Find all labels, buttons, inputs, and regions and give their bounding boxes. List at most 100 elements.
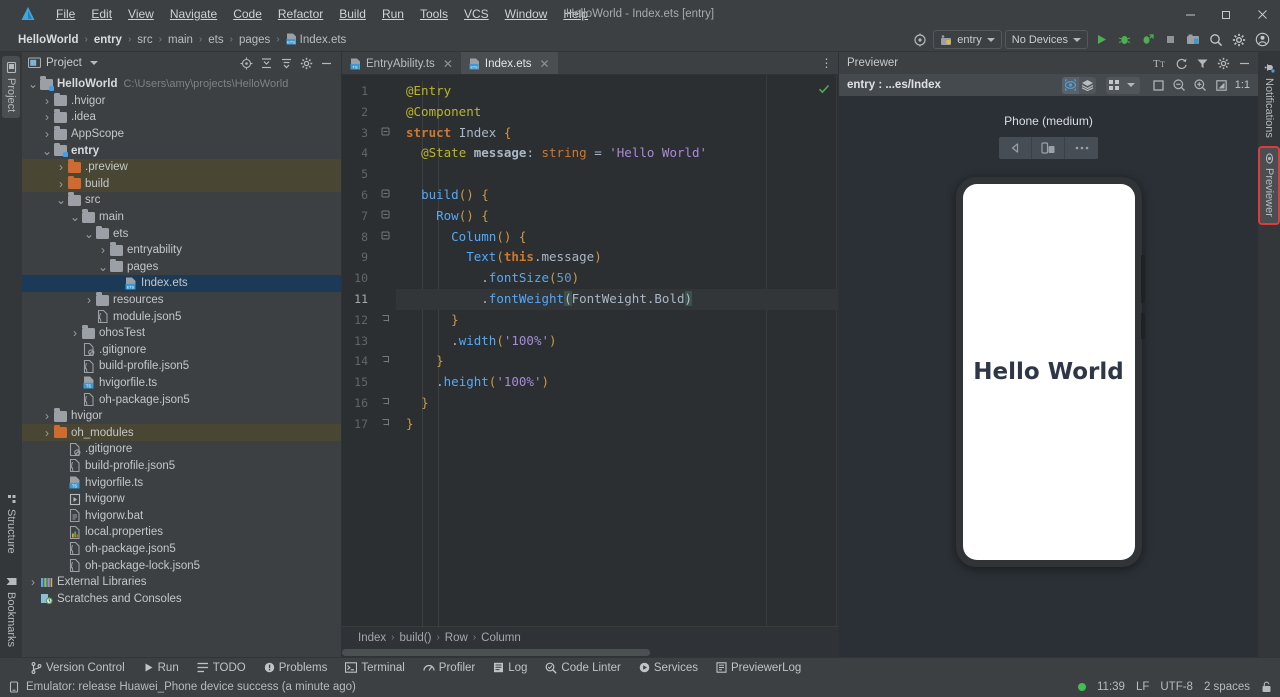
editor-tab-index[interactable]: ETS Index.ets ✕ bbox=[460, 52, 558, 74]
tree-item-hvigorw-bat[interactable]: hvigorw.bat bbox=[22, 507, 341, 524]
tree-item-hvigorfile-ts[interactable]: TS hvigorfile.ts bbox=[22, 474, 341, 491]
project-tree[interactable]: ⌄ HelloWorld C:\Users\amy\projects\HelloWo… bbox=[22, 74, 341, 657]
chevron-down-icon[interactable]: ⌄ bbox=[41, 145, 53, 157]
menu-item-vcs[interactable]: VCS bbox=[456, 3, 497, 25]
editor-breadcrumb-index[interactable]: Index bbox=[358, 632, 386, 644]
multi-device-icon[interactable] bbox=[1032, 137, 1065, 159]
tool-window-version-control[interactable]: Version Control bbox=[22, 660, 134, 676]
chevron-right-icon[interactable]: › bbox=[41, 94, 53, 108]
breadcrumb-item-pages[interactable]: pages bbox=[235, 33, 274, 47]
tree-item-local-properties[interactable]: local.properties bbox=[22, 524, 341, 541]
fold-marker-close-14[interactable] bbox=[374, 351, 396, 372]
chevron-down-icon[interactable] bbox=[1123, 77, 1140, 94]
tree-item-hvigor[interactable]: › .hvigor bbox=[22, 92, 341, 110]
code-editor[interactable]: 1 2 3 4 5 6 7 8 9 10 11 12 13 14 15 16 17 @Entry @Compon… bbox=[342, 75, 838, 626]
breadcrumb[interactable]: HelloWorld › entry › src › main › ets › … bbox=[14, 32, 350, 47]
device-screen[interactable]: Hello World bbox=[962, 184, 1135, 560]
chevron-right-icon[interactable]: › bbox=[41, 409, 53, 423]
lock-icon[interactable] bbox=[1261, 681, 1272, 693]
hide-panel-icon[interactable] bbox=[1235, 54, 1253, 72]
zoom-in-icon[interactable] bbox=[1192, 77, 1209, 94]
status-indent[interactable]: 2 spaces bbox=[1204, 681, 1250, 693]
device-manager-icon[interactable] bbox=[1183, 30, 1203, 50]
breadcrumb-item-helloworld[interactable]: HelloWorld bbox=[14, 33, 82, 47]
fold-marker-open-8[interactable] bbox=[374, 227, 396, 248]
tree-item-external-libraries[interactable]: › External Libraries bbox=[22, 574, 341, 591]
fold-marker-open-6[interactable] bbox=[374, 185, 396, 206]
close-tab-icon[interactable]: ✕ bbox=[540, 57, 550, 71]
tree-item-oh-package-json5[interactable]: oh-package.json5 bbox=[22, 391, 341, 408]
tree-item-scratches-and-consoles[interactable]: Scratches and Consoles bbox=[22, 590, 341, 607]
menu-item-build[interactable]: Build bbox=[331, 3, 374, 25]
fit-icon[interactable] bbox=[1213, 77, 1230, 94]
hide-panel-icon[interactable] bbox=[317, 54, 335, 72]
target-icon[interactable] bbox=[910, 30, 930, 50]
chevron-down-icon[interactable]: ⌄ bbox=[69, 211, 81, 223]
refresh-icon[interactable] bbox=[1172, 54, 1190, 72]
device-selector[interactable]: No Devices bbox=[1004, 30, 1088, 49]
collapse-all-icon[interactable] bbox=[257, 54, 275, 72]
editor-breadcrumb-column[interactable]: Column bbox=[481, 632, 521, 644]
tree-item-index-ets[interactable]: ETS Index.ets bbox=[22, 275, 341, 292]
menu-item-tools[interactable]: Tools bbox=[412, 3, 456, 25]
main-menu[interactable]: File Edit View Navigate Code Refactor Bu… bbox=[48, 3, 596, 25]
fold-marker-close-12[interactable] bbox=[374, 310, 396, 331]
editor-tabs[interactable]: TS EntryAbility.ts ✕ ETS Index.ets ✕ ⋮ bbox=[342, 52, 838, 75]
tool-window-bar[interactable]: Version Control Run TODO Problems Terminal Pr… bbox=[0, 657, 1280, 677]
chevron-down-icon[interactable]: ⌄ bbox=[27, 78, 39, 90]
more-vertical-icon[interactable]: ⋮ bbox=[816, 52, 838, 74]
chevron-right-icon[interactable]: › bbox=[27, 575, 39, 589]
tree-item-ohostest[interactable]: › ohosTest bbox=[22, 325, 341, 342]
editor-breadcrumb-row[interactable]: Row bbox=[445, 632, 468, 644]
gear-icon[interactable] bbox=[1214, 54, 1232, 72]
run-icon[interactable] bbox=[1091, 30, 1111, 50]
debug-icon[interactable] bbox=[1114, 30, 1134, 50]
chevron-right-icon[interactable]: › bbox=[83, 293, 95, 307]
layers-icon[interactable] bbox=[1079, 77, 1096, 94]
locate-icon[interactable] bbox=[237, 54, 255, 72]
rotate-icon[interactable] bbox=[999, 137, 1032, 159]
maximize-button[interactable] bbox=[1208, 0, 1244, 28]
menu-item-window[interactable]: Window bbox=[497, 3, 556, 25]
tree-item-ets[interactable]: ⌄ ets bbox=[22, 225, 341, 242]
gear-icon[interactable] bbox=[1229, 30, 1249, 50]
search-icon[interactable] bbox=[1206, 30, 1226, 50]
tree-item-gitignore[interactable]: .gitignore bbox=[22, 441, 341, 458]
breadcrumb-item-main[interactable]: main bbox=[164, 33, 197, 47]
editor-breadcrumb-build[interactable]: build() bbox=[399, 632, 431, 644]
tree-item-resources[interactable]: › resources bbox=[22, 292, 341, 309]
tree-item-entry[interactable]: ⌄ entry bbox=[22, 142, 341, 159]
tree-item-oh-package-json5[interactable]: oh-package.json5 bbox=[22, 541, 341, 558]
code-lines[interactable]: @Entry @Component struct Index { @State … bbox=[396, 75, 838, 626]
module-selector[interactable]: entry bbox=[933, 30, 1002, 49]
font-size-icon[interactable]: TT bbox=[1151, 54, 1169, 72]
chevron-right-icon[interactable]: › bbox=[41, 127, 53, 141]
menu-item-file[interactable]: File bbox=[48, 3, 83, 25]
status-line-separator[interactable]: LF bbox=[1136, 681, 1149, 693]
breadcrumb-item-file[interactable]: ETS Index.ets bbox=[282, 32, 351, 47]
menu-item-edit[interactable]: Edit bbox=[83, 3, 120, 25]
grid-icon[interactable] bbox=[1106, 77, 1123, 94]
chevron-right-icon[interactable]: › bbox=[69, 326, 81, 340]
tool-window-terminal[interactable]: Terminal bbox=[336, 660, 413, 676]
tree-item-entryability[interactable]: › entryability bbox=[22, 242, 341, 259]
breadcrumb-item-entry[interactable]: entry bbox=[90, 33, 126, 47]
breadcrumb-item-ets[interactable]: ets bbox=[204, 33, 227, 47]
tool-window-todo[interactable]: TODO bbox=[188, 660, 255, 676]
tool-window-profiler[interactable]: Profiler bbox=[414, 660, 484, 676]
zoom-out-icon[interactable] bbox=[1171, 77, 1188, 94]
chevron-down-icon[interactable]: ⌄ bbox=[55, 194, 67, 206]
tree-item-gitignore[interactable]: .gitignore bbox=[22, 342, 341, 359]
tree-item-src[interactable]: ⌄ src bbox=[22, 192, 341, 209]
fold-marker-close-17[interactable] bbox=[374, 414, 396, 435]
scrollbar-thumb[interactable] bbox=[342, 649, 650, 656]
menu-item-navigate[interactable]: Navigate bbox=[162, 3, 225, 25]
status-time[interactable]: 11:39 bbox=[1097, 681, 1125, 693]
close-button[interactable] bbox=[1244, 0, 1280, 28]
sidebar-tab-project[interactable]: Project bbox=[2, 56, 20, 119]
fold-marker-close-16[interactable] bbox=[374, 393, 396, 414]
device-preview-frame[interactable]: Hello World bbox=[955, 177, 1145, 567]
menu-item-run[interactable]: Run bbox=[374, 3, 412, 25]
tree-item-module-json5[interactable]: module.json5 bbox=[22, 308, 341, 325]
tree-item-main[interactable]: ⌄ main bbox=[22, 209, 341, 226]
